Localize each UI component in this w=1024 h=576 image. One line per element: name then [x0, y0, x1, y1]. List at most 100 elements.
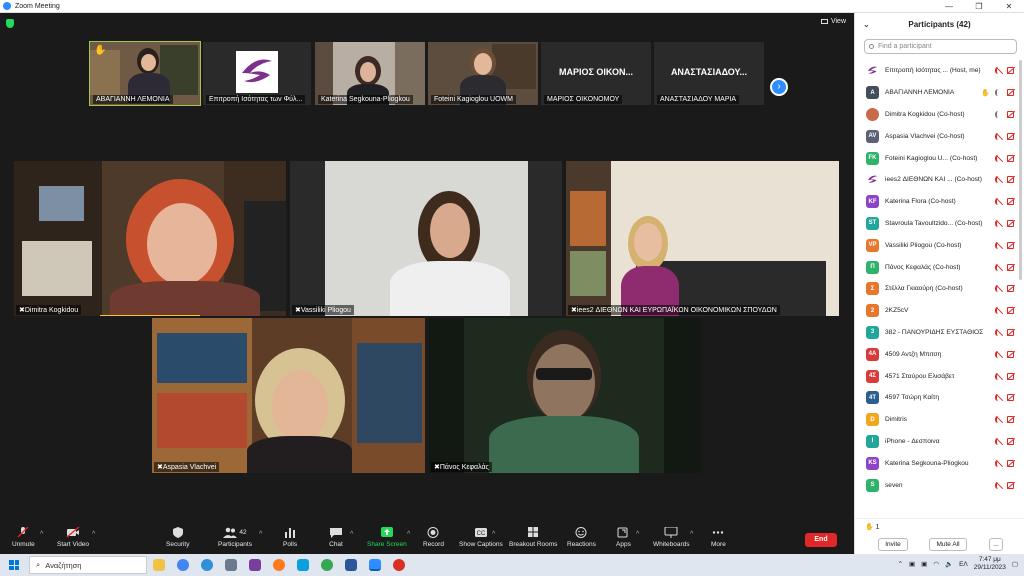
participants-label: Participants [218, 541, 252, 548]
close-icon[interactable]: ✕ [994, 0, 1024, 13]
participant-row[interactable]: Dimitra Kogkidou (Co-host) [855, 104, 1018, 126]
view-button[interactable]: View [820, 18, 846, 25]
apps-options-caret-icon[interactable]: ^ [636, 531, 639, 538]
restore-icon[interactable]: ❐ [964, 0, 994, 13]
participant-row[interactable]: A ΑΒΑΓΙΑΝΝΗ ΛΕΜΟΝΙΑ ✋ [855, 82, 1018, 104]
clock[interactable]: 7:47 μμ 29/11/2023 [974, 556, 1006, 572]
breakout-rooms-label: Breakout Rooms [509, 541, 558, 548]
polls-button[interactable]: Polls [283, 527, 297, 548]
zoom-taskbar-icon[interactable] [369, 559, 381, 571]
participant-row[interactable]: FK Foteini Kagioglou U... (Co-host) [855, 147, 1018, 169]
participant-row[interactable]: 4T 4597 Τσώρη Καίτη [855, 387, 1018, 409]
share-screen-button[interactable]: Share Screen [367, 527, 407, 548]
participant-search-input[interactable]: Find a participant [864, 39, 1017, 54]
strip-tile-5[interactable]: ΜΑΡΙΟΣ ΟΙΚΟΝ... ΜΑΡΙΟΣ ΟΙΚΟΝΟΜΟΥ [541, 42, 651, 105]
participant-row[interactable]: KS Katerina Segkouna-Pliogkou [855, 452, 1018, 474]
strip-tile-3[interactable]: Katerina Segkouna-Pliogkou [315, 42, 425, 105]
mic-off-icon [995, 198, 1002, 206]
zoom-logo-icon [3, 2, 11, 10]
participant-row[interactable]: AV Aspasia Vlachvei (Co-host) [855, 125, 1018, 147]
video-tile-name-text: Vassiliki Pliogou [300, 307, 351, 314]
participant-row[interactable]: 4Σ 4571 Σταύρου Ελισάβετ [855, 365, 1018, 387]
whiteboards-options-caret-icon[interactable]: ^ [690, 531, 693, 538]
strip-tile-1[interactable]: ✋ ΑΒΑΓΙΑΝΝΗ ΛΕΜΟΝΙΑ [89, 41, 201, 106]
strip-next-arrow-icon[interactable]: › [770, 78, 788, 96]
video-tile-5[interactable]: ✖Πάνος Κεφαλάς [429, 318, 701, 473]
unmute-button[interactable]: Unmute [12, 527, 35, 548]
whiteboards-label: Whiteboards [653, 541, 690, 548]
collapse-chevron-icon[interactable]: ⌄ [863, 20, 870, 29]
skype-icon[interactable] [297, 559, 309, 571]
video-tile-1[interactable]: ✖Dimitra Kogkidou [14, 161, 286, 316]
participant-role: (Co-host) [954, 219, 983, 227]
video-tile-4[interactable]: ✖Aspasia Vlachvei [152, 318, 425, 473]
participant-row[interactable]: KF Katerina Flora (Co-host) [855, 191, 1018, 213]
taskbar-search-input[interactable]: ⌕ Αναζήτηση [29, 556, 147, 574]
windows-start-icon[interactable] [9, 560, 19, 570]
chrome-icon[interactable] [321, 559, 333, 571]
captions-options-caret-icon[interactable]: ^ [492, 531, 495, 538]
strip-tile-6[interactable]: ΑΝΑΣΤΑΣΙΑΔΟΥ... ΑΝΑΣΤΑΣΙΑΔΟΥ ΜΑΡΙΑ [654, 42, 764, 105]
more-button[interactable]: More [711, 527, 726, 548]
participant-row[interactable]: iees2 ΔΙΕΘΝΩΝ ΚΑΙ ... (Co-host) [855, 169, 1018, 191]
security-shield-icon[interactable] [6, 19, 14, 28]
firefox-icon[interactable] [273, 559, 285, 571]
participant-row[interactable]: Π Πάνος Κεφαλάς (Co-host) [855, 256, 1018, 278]
polls-icon [285, 528, 296, 538]
input-language[interactable]: ΕΛ [959, 561, 968, 568]
participant-row[interactable]: 3 382 - ΠΑΝΟΥΡΙΔΗΣ ΕΥΣΤΑΘΙΟΣ [855, 322, 1018, 344]
reactions-button[interactable]: Reactions [567, 527, 596, 548]
record-button[interactable]: Record [423, 527, 444, 548]
volume-icon[interactable]: 🔈 [945, 560, 953, 568]
mic-off-icon [995, 459, 1002, 467]
breakout-rooms-button[interactable]: Breakout Rooms [509, 527, 557, 548]
security-button[interactable]: Security [166, 527, 189, 548]
video-tile-2[interactable]: ✖Vassiliki Pliogou [290, 161, 562, 316]
chat-button[interactable]: Chat [329, 527, 343, 548]
mic-off-icon [995, 176, 1002, 184]
chat-options-caret-icon[interactable]: ^ [350, 531, 353, 538]
apps-button[interactable]: Apps [616, 527, 631, 548]
video-options-caret-icon[interactable]: ^ [92, 531, 95, 538]
share-options-caret-icon[interactable]: ^ [407, 531, 410, 538]
chrome-icon[interactable] [177, 559, 189, 571]
participant-row[interactable]: ST Stavroula Tavoultzido... (Co-host) [855, 213, 1018, 235]
unmute-options-caret-icon[interactable]: ^ [40, 531, 43, 538]
more-options-button[interactable]: ... [989, 538, 1003, 551]
participant-name: iPhone - Δεσποινα [885, 438, 995, 445]
participant-row[interactable]: D Dimitris [855, 409, 1018, 431]
participant-row[interactable]: Sseven [855, 474, 1018, 496]
whiteboards-button[interactable]: Whiteboards [653, 527, 690, 548]
app-icon[interactable] [225, 559, 237, 571]
file-explorer-icon[interactable] [153, 559, 165, 571]
minimize-icon[interactable]: — [934, 0, 964, 13]
tray-app-icon[interactable]: ▣ [921, 560, 927, 568]
participant-row[interactable]: 4A 4509 Αντζη Μπιτση [855, 343, 1018, 365]
participant-row[interactable]: Επιτροπή Ισότητας ... (Host, me) [855, 60, 1018, 82]
wifi-icon[interactable]: ◠ [933, 560, 939, 568]
participant-status-icons [995, 372, 1014, 380]
participant-row[interactable]: 2 2KZ5cV [855, 300, 1018, 322]
mute-all-button[interactable]: Mute All [929, 538, 967, 551]
participant-row[interactable]: IiPhone - Δεσποινα [855, 431, 1018, 453]
participant-row[interactable]: VP Vassiliki Pliogou (Co-host) [855, 234, 1018, 256]
participant-row[interactable]: Σ Στέλλα Γκιαούρη (Co-host) [855, 278, 1018, 300]
strip-tile-2[interactable]: Επιτροπή Ισότητας των Φύλ... [203, 42, 311, 105]
participants-options-caret-icon[interactable]: ^ [259, 531, 262, 538]
strip-tile-4[interactable]: Foteini Kagioglou UOWM [428, 42, 538, 105]
app-icon[interactable] [249, 559, 261, 571]
participant-name: iees2 ΔΙΕΘΝΩΝ ΚΑΙ ... (Co-host) [885, 176, 995, 183]
edge-icon[interactable] [201, 559, 213, 571]
tray-app-icon[interactable]: ▣ [909, 560, 915, 568]
notifications-icon[interactable]: ▢ [1012, 560, 1018, 568]
tray-chevron-icon[interactable]: ⌃ [898, 560, 903, 568]
participant-list-scrollbar[interactable] [1019, 60, 1022, 280]
invite-button[interactable]: Invite [878, 538, 908, 551]
participants-button[interactable]: 42 Participants [218, 527, 252, 548]
app-icon[interactable] [393, 559, 405, 571]
end-meeting-button[interactable]: End [805, 533, 837, 547]
show-captions-button[interactable]: CC Show Captions [459, 527, 503, 548]
start-video-button[interactable]: Start Video [57, 527, 89, 548]
video-tile-3[interactable]: ✖iees2 ΔΙΕΘΝΩΝ ΚΑΙ ΕΥΡΩΠΑΪΚΩΝ ΟΙΚΟΝΟΜΙΚΩ… [566, 161, 839, 316]
word-icon[interactable] [345, 559, 357, 571]
